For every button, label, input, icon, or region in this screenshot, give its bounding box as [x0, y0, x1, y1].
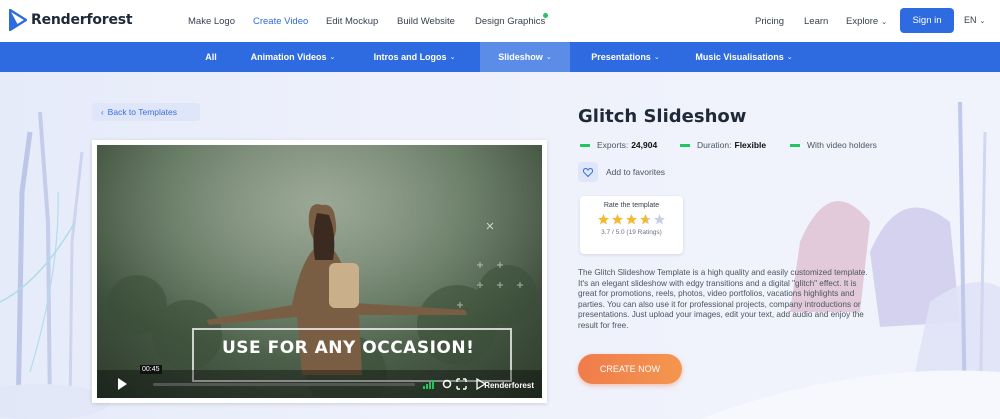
chevron-down-icon: ⌄	[881, 18, 888, 26]
nav-make-logo[interactable]: Make Logo	[188, 16, 235, 27]
category-bar: All Animation Videos ⌄ Intros and Logos ⌄ …	[0, 42, 1000, 72]
play-icon	[118, 378, 127, 390]
volume-icon	[423, 380, 434, 389]
star-icon[interactable]	[625, 213, 638, 226]
back-to-templates-button[interactable]: ‹ Back to Templates	[92, 103, 200, 121]
nav-build-website[interactable]: Build Website	[397, 16, 455, 27]
status-bar-icon	[680, 143, 690, 147]
progress-track	[153, 383, 415, 386]
language-selector[interactable]: EN ⌄	[964, 15, 985, 25]
template-title: Glitch Slideshow	[578, 106, 747, 127]
timecode: 00:45	[140, 365, 162, 374]
exports-meta: Exports: 24,904	[580, 140, 657, 150]
chevron-left-icon: ‹	[101, 107, 104, 117]
overlay-text: USE FOR ANY OCCASION!	[222, 338, 475, 358]
rating-stars[interactable]	[580, 213, 683, 226]
nav-create-video[interactable]: Create Video	[253, 16, 308, 27]
nav-edit-mockup[interactable]: Edit Mockup	[326, 16, 378, 27]
duration-value: Flexible	[734, 140, 767, 150]
nav-explore[interactable]: Explore ⌄	[846, 16, 887, 27]
chevron-down-icon: ⌄	[329, 54, 336, 61]
nav-design-graphics[interactable]: Design Graphics	[475, 16, 545, 27]
renderforest-logo-icon	[9, 9, 27, 31]
new-badge-dot	[543, 13, 548, 18]
brand-logo[interactable]: Renderforest	[9, 9, 133, 31]
template-description: The Glitch Slideshow Template is a high …	[578, 268, 868, 330]
chevron-down-icon: ⌄	[786, 54, 793, 61]
video-player[interactable]: USE FOR ANY OCCASION! Renderforest 00:45	[92, 140, 547, 403]
player-controls: Renderforest	[97, 370, 542, 398]
video-frame[interactable]: USE FOR ANY OCCASION! Renderforest 00:45	[97, 145, 542, 398]
chevron-down-icon: ⌄	[545, 54, 552, 61]
nav-pricing[interactable]: Pricing	[755, 16, 784, 27]
player-watermark: Renderforest	[484, 381, 534, 390]
top-navbar: Renderforest Make Logo Create Video Edit…	[0, 0, 1000, 42]
star-icon[interactable]	[653, 213, 666, 226]
create-now-button[interactable]: CREATE NOW	[578, 354, 682, 384]
chevron-down-icon: ⌄	[979, 18, 986, 25]
category-music-visualisations[interactable]: Music Visualisations ⌄	[681, 42, 807, 72]
rating-card: Rate the template 3.7 / 5.0 (19 Ratings)	[580, 196, 683, 254]
add-to-favorites-button[interactable]: Add to favorites	[578, 162, 665, 182]
category-slideshow[interactable]: Slideshow ⌄	[480, 42, 570, 72]
chevron-down-icon: ⌄	[653, 54, 660, 61]
star-icon[interactable]	[611, 213, 624, 226]
duration-meta: Duration: Flexible	[680, 140, 766, 150]
fullscreen-icon	[456, 378, 467, 390]
status-bar-icon	[790, 143, 800, 147]
chevron-down-icon: ⌄	[449, 54, 456, 61]
category-intros-and-logos[interactable]: Intros and Logos ⌄	[349, 42, 480, 72]
settings-icon	[442, 379, 452, 389]
rating-label: Rate the template	[603, 202, 660, 209]
star-icon[interactable]	[639, 213, 652, 226]
heart-icon	[578, 162, 598, 182]
back-to-templates-label: Back to Templates	[107, 107, 177, 117]
add-to-favorites-label: Add to favorites	[606, 167, 666, 177]
exports-value: 24,904	[631, 140, 658, 150]
category-presentations[interactable]: Presentations ⌄	[570, 42, 681, 72]
category-all[interactable]: All	[185, 42, 237, 72]
sign-in-button[interactable]: Sign in	[900, 8, 954, 33]
status-bar-icon	[580, 143, 590, 147]
nav-learn[interactable]: Learn	[804, 16, 828, 27]
rating-value: 3.7 / 5.0 (19 Ratings)	[601, 229, 662, 236]
brand-name: Renderforest	[31, 12, 133, 28]
category-animation-videos[interactable]: Animation Videos ⌄	[237, 42, 349, 72]
video-holders-meta: With video holders	[790, 140, 877, 150]
star-icon[interactable]	[597, 213, 610, 226]
